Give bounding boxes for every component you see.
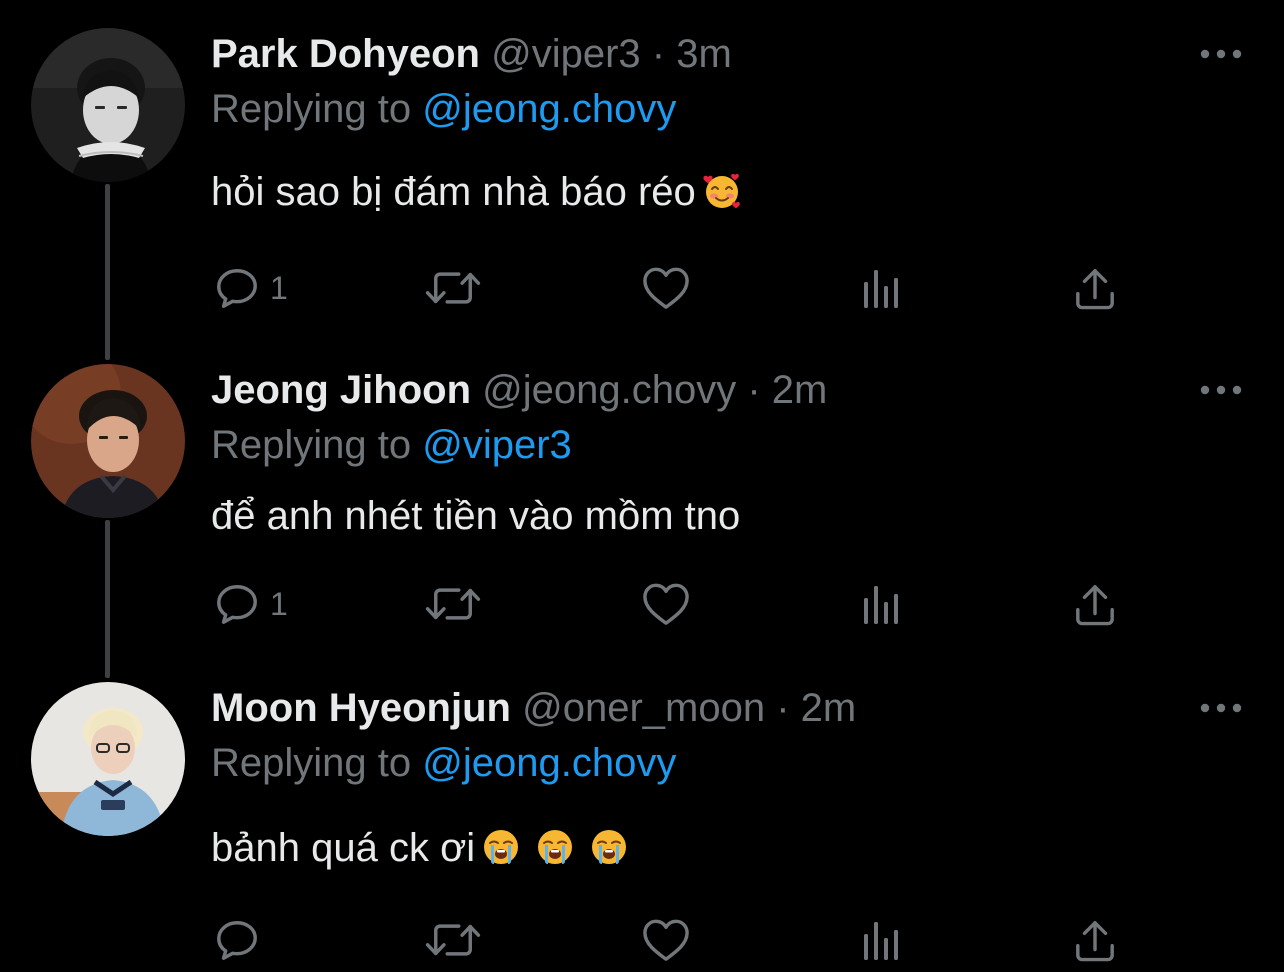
heart-icon [640,265,692,311]
replying-to-handle[interactable]: @viper3 [422,423,572,467]
reply-icon [214,265,260,311]
avatar[interactable] [31,364,185,518]
more-icon[interactable] [1198,44,1244,64]
like-button[interactable] [640,260,692,316]
tweet-text: bảnh quá ck ơi [211,824,629,872]
replying-to-label: Replying to [211,87,412,131]
tweet-header: Jeong Jihoon @jeong.chovy · 2m [211,366,827,414]
replying-to-handle[interactable]: @jeong.chovy [422,741,676,785]
loudly-crying-face-icon [535,827,575,867]
share-button[interactable] [1074,260,1116,316]
views-button[interactable] [860,260,904,316]
replying-to-label: Replying to [211,741,412,785]
more-icon[interactable] [1198,380,1244,400]
replying-to-line: Replying to @jeong.chovy [211,85,676,133]
loudly-crying-face-icon [481,827,521,867]
reply-icon [214,581,260,627]
reply-button[interactable] [214,912,260,968]
replying-to-handle[interactable]: @jeong.chovy [422,87,676,131]
smiling-face-with-hearts-icon [702,171,742,211]
share-button[interactable] [1074,912,1116,968]
tweet-text: để anh nhét tiền vào mồm tno [211,492,740,540]
avatar-light-portrait-image [31,682,185,836]
tweet-item[interactable]: Jeong Jihoon @jeong.chovy · 2m Replying … [0,340,1284,660]
user-handle[interactable]: @viper3 [491,32,641,76]
tweet-text: hỏi sao bị đám nhà báo réo [211,168,742,216]
views-button[interactable] [860,576,904,632]
like-button[interactable] [640,912,692,968]
display-name[interactable]: Jeong Jihoon [211,368,471,412]
share-icon [1074,917,1116,963]
tweet-item[interactable]: Park Dohyeon @viper3 · 3m Replying to @j… [0,0,1284,340]
user-handle[interactable]: @jeong.chovy [482,368,736,412]
replying-to-line: Replying to @viper3 [211,421,572,469]
separator-dot: · [747,368,761,412]
reply-thread: Park Dohyeon @viper3 · 3m Replying to @j… [0,0,1284,972]
retweet-button[interactable] [424,260,482,316]
avatar-grayscale-portrait-image [31,28,185,182]
more-icon[interactable] [1198,698,1244,718]
retweet-icon [424,917,482,963]
heart-icon [640,581,692,627]
retweet-button[interactable] [424,576,482,632]
views-icon [860,266,904,310]
reply-button[interactable]: 1 [214,260,288,316]
separator-dot: · [776,686,790,730]
heart-icon [640,917,692,963]
views-icon [860,918,904,962]
share-icon [1074,581,1116,627]
reply-button[interactable]: 1 [214,576,288,632]
retweet-icon [424,581,482,627]
tweet-item[interactable]: Moon Hyeonjun @oner_moon · 2m Replying t… [0,660,1284,972]
tweet-actions: 1 [0,576,1284,632]
timestamp[interactable]: 3m [676,32,732,76]
reply-icon [214,917,260,963]
user-handle[interactable]: @oner_moon [522,686,765,730]
views-button[interactable] [860,912,904,968]
avatar[interactable] [31,28,185,182]
timestamp[interactable]: 2m [801,686,857,730]
timestamp[interactable]: 2m [772,368,828,412]
reply-count: 1 [270,586,288,622]
loudly-crying-face-icon [589,827,629,867]
retweet-icon [424,265,482,311]
replying-to-line: Replying to @jeong.chovy [211,739,676,787]
display-name[interactable]: Park Dohyeon [211,32,480,76]
separator-dot: · [651,32,666,76]
share-icon [1074,265,1116,311]
tweet-text-content: bảnh quá ck ơi [211,826,476,870]
share-button[interactable] [1074,576,1116,632]
tweet-actions [0,912,1284,968]
retweet-button[interactable] [424,912,482,968]
tweet-text-content: để anh nhét tiền vào mồm tno [211,494,741,538]
like-button[interactable] [640,576,692,632]
avatar-brown-portrait-image [31,364,185,518]
tweet-text-content: hỏi sao bị đám nhà báo réo [211,170,696,214]
views-icon [860,582,904,626]
tweet-header: Park Dohyeon @viper3 · 3m [211,30,732,78]
tweet-actions: 1 [0,260,1284,316]
avatar[interactable] [31,682,185,836]
reply-count: 1 [270,270,288,306]
tweet-header: Moon Hyeonjun @oner_moon · 2m [211,684,856,732]
display-name[interactable]: Moon Hyeonjun [211,686,511,730]
replying-to-label: Replying to [211,423,412,467]
